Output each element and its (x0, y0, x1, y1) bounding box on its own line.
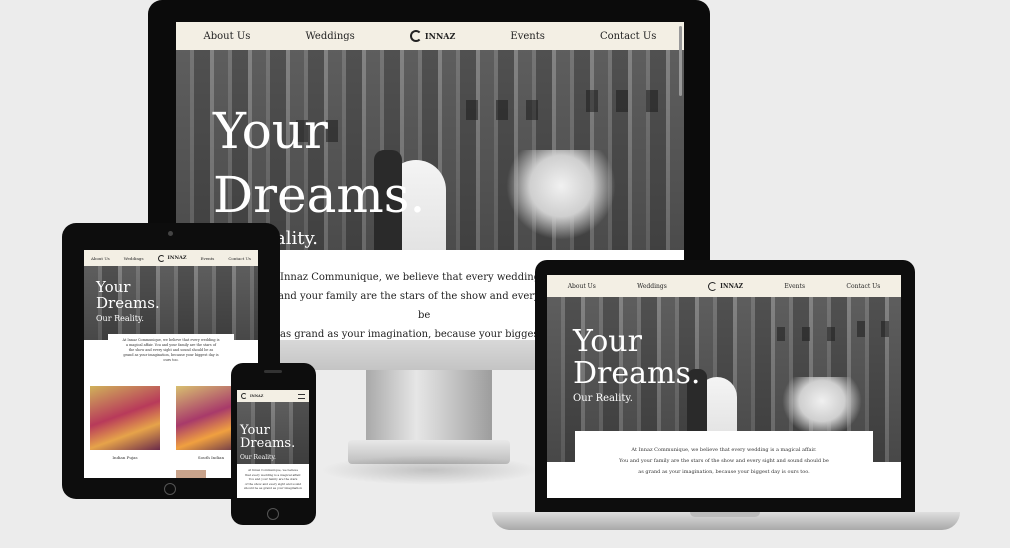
nav-events-link[interactable]: Events (510, 31, 544, 42)
phone-hero-line3: Our Reality. (240, 454, 276, 461)
laptop-navbar: About Us Weddings INNAZ Events Contact U… (547, 275, 901, 297)
laptop-hero-line1: Your (573, 324, 642, 359)
laptop-intro-line2: You and your family are the stars of the… (619, 458, 829, 464)
phone-brand-logo[interactable]: INNAZ (241, 393, 263, 399)
brand-logo[interactable]: INNAZ (409, 30, 455, 42)
tablet-navbar: About Us Weddings INNAZ Events Contact U… (84, 250, 258, 266)
tablet-nav-events[interactable]: Events (201, 256, 215, 261)
tablet-hero-line1: Your (96, 278, 131, 296)
laptop-brand-logo[interactable]: INNAZ (708, 281, 743, 291)
laptop-screen: About Us Weddings INNAZ Events Contact U… (547, 275, 901, 498)
laptop-intro-box: At Innaz Communique, we believe that eve… (575, 431, 873, 498)
hero-title-line2: Dreams. (213, 166, 426, 224)
laptop-intro-line3: as grand as your imagination, because yo… (638, 469, 810, 475)
laptop-nav-weddings[interactable]: Weddings (637, 283, 667, 290)
phone-screen: INNAZ Your Dreams. Our Reality. At Innaz… (237, 390, 309, 498)
phone-intro: At Innaz Communique, we believe that eve… (244, 468, 302, 490)
tablet-nav-contact[interactable]: Contact Us (228, 256, 251, 261)
tablet-camera (168, 231, 173, 236)
tablet-nav-about[interactable]: About Us (91, 256, 110, 261)
tablet-hero-line2: Dreams. (96, 294, 160, 312)
desktop-navbar: About Us Weddings INNAZ Events Contact U… (176, 22, 684, 50)
phone-hero-line2: Dreams. (240, 436, 296, 451)
tablet-home-button[interactable] (164, 483, 176, 495)
phone-menu-icon[interactable] (298, 393, 305, 399)
tablet-logo-swirl-icon (157, 254, 165, 262)
hero-tagline: ality. (275, 228, 318, 249)
laptop-nav-about[interactable]: About Us (568, 283, 596, 290)
tablet-card-label-1: Indian Pujas (112, 455, 138, 460)
logo-swirl-icon (409, 30, 422, 42)
phone-home-button[interactable] (267, 508, 279, 520)
tablet-nav-weddings[interactable]: Weddings (124, 256, 144, 261)
phone-speaker (264, 370, 282, 373)
hero-title-line1: Your (213, 102, 328, 160)
tablet-card-button[interactable] (176, 470, 206, 478)
laptop-hero-line3: Our Reality. (573, 393, 633, 404)
laptop-nav-events[interactable]: Events (784, 283, 805, 290)
laptop-intro-line1: At Innaz Communique, we believe that eve… (631, 447, 817, 453)
nav-about-link[interactable]: About Us (204, 31, 251, 42)
tablet-card-image-1[interactable] (90, 386, 160, 450)
laptop-trackpad-notch (690, 512, 760, 517)
laptop-nav-contact[interactable]: Contact Us (846, 283, 880, 290)
nav-weddings-link[interactable]: Weddings (305, 31, 354, 42)
laptop-logo-swirl-icon (708, 281, 718, 291)
phone-navbar: INNAZ (237, 390, 309, 402)
phone-logo-swirl-icon (241, 393, 247, 399)
tablet-intro: At Innaz Communique, we believe that eve… (108, 334, 234, 367)
laptop-hero-line2: Dreams. (573, 356, 701, 391)
tablet-hero-line3: Our Reality. (96, 314, 144, 323)
desktop-stand-neck (366, 370, 492, 442)
desktop-scrollbar[interactable] (679, 26, 682, 96)
tablet-brand-logo[interactable]: INNAZ (157, 254, 187, 262)
nav-contact-link[interactable]: Contact Us (600, 31, 656, 42)
